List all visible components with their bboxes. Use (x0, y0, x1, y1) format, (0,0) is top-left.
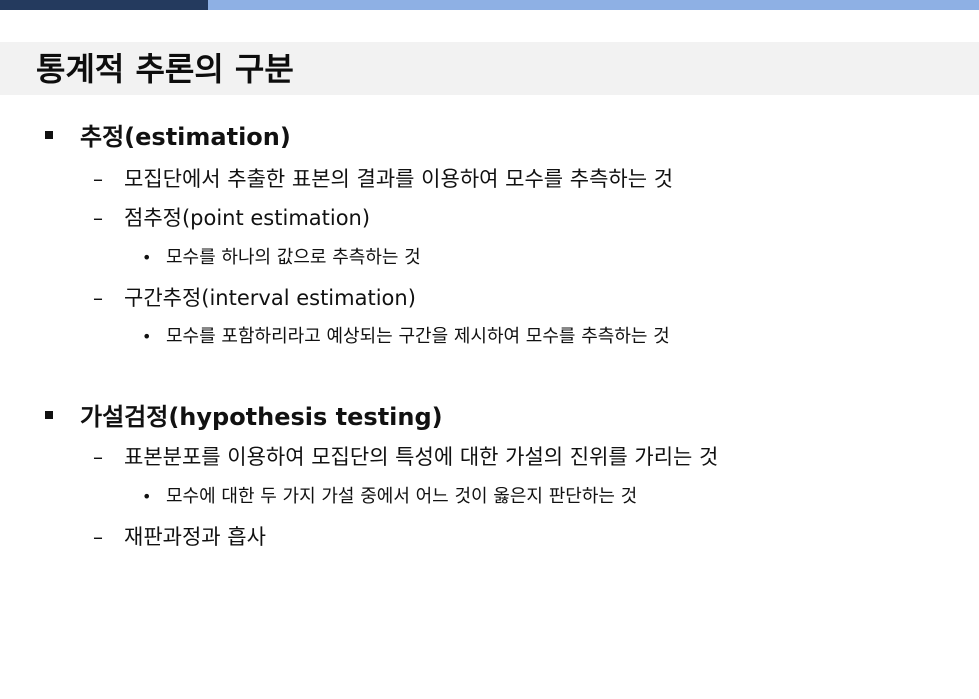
level2-dash-icon: – (93, 167, 103, 191)
list-item: 모수를 포함하리라고 예상되는 구간을 제시하여 모수를 추측하는 것 (166, 326, 670, 347)
list-item: 표본분포를 이용하여 모집단의 특성에 대한 가설의 진위를 가리는 것 (124, 445, 719, 469)
slide-title: 통계적 추론의 구분 (36, 50, 294, 88)
level2-dash-icon: – (93, 445, 103, 469)
list-item: 모수에 대한 두 가지 가설 중에서 어느 것이 옳은지 판단하는 것 (166, 486, 638, 507)
top-accent-bar-light (208, 0, 979, 10)
list-item: 모집단에서 추출한 표본의 결과를 이용하여 모수를 추측하는 것 (124, 167, 674, 191)
level3-bullet-icon: • (142, 327, 152, 346)
level3-bullet-icon: • (142, 487, 152, 506)
level1-bullet-icon (45, 411, 53, 419)
list-item: 점추정(point estimation) (124, 206, 371, 230)
top-accent-bar-dark (0, 0, 208, 10)
level2-dash-icon: – (93, 286, 103, 310)
list-item: 구간추정(interval estimation) (124, 286, 416, 310)
level1-bullet-icon (45, 131, 53, 139)
level2-dash-icon: – (93, 206, 103, 230)
section-heading-estimation: 추정(estimation) (80, 123, 291, 151)
level2-dash-icon: – (93, 525, 103, 549)
level3-bullet-icon: • (142, 248, 152, 267)
section-heading-hypothesis-testing: 가설검정(hypothesis testing) (80, 403, 443, 431)
top-accent-bar (0, 0, 979, 10)
list-item: 재판과정과 흡사 (124, 525, 266, 549)
list-item: 모수를 하나의 값으로 추측하는 것 (166, 247, 421, 268)
